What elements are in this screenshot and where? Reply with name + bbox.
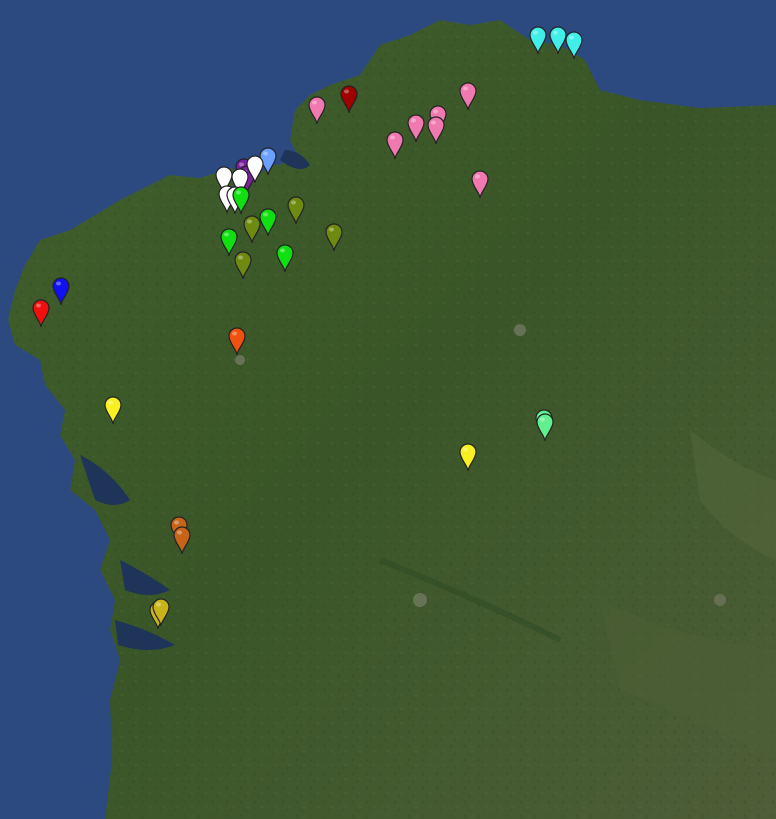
map-marker-icon	[243, 215, 261, 244]
map-marker-icon	[231, 186, 250, 214]
map-marker-icon	[565, 31, 583, 59]
map-marker-pink[interactable]	[385, 130, 405, 160]
map-marker-green[interactable]	[231, 185, 251, 215]
map-marker-pink[interactable]	[470, 169, 490, 199]
map-marker-pink[interactable]	[426, 115, 446, 145]
map-marker-red[interactable]	[31, 298, 51, 328]
map-marker-icon	[152, 598, 170, 626]
map-marker-icon	[172, 526, 191, 554]
map-marker-olive[interactable]	[242, 214, 262, 244]
map-marker-icon	[325, 222, 343, 251]
map-marker-icon	[308, 96, 326, 124]
map-marker-icon	[529, 26, 547, 55]
urban-santiago	[235, 355, 245, 365]
map-marker-icon	[470, 170, 489, 199]
map-marker-icon	[234, 251, 252, 280]
map-marker-icon	[104, 396, 122, 425]
urban-lugo	[514, 324, 526, 336]
map-marker-yellow[interactable]	[458, 442, 478, 472]
map-marker-icon	[52, 277, 70, 306]
map-marker-icon	[386, 131, 404, 159]
map-marker-icon	[407, 114, 425, 143]
map-marker-olive[interactable]	[233, 250, 253, 280]
map-marker-icon	[536, 413, 554, 442]
map-marker-icon	[287, 196, 306, 225]
map-marker-green[interactable]	[275, 243, 295, 273]
map-marker-blue[interactable]	[51, 276, 71, 306]
map-marker-yellow[interactable]	[103, 395, 123, 425]
urban-ourense	[413, 593, 427, 607]
map-marker-icon	[427, 116, 445, 145]
map-marker-olive[interactable]	[324, 222, 344, 252]
map-marker-brown[interactable]	[172, 525, 192, 555]
map-marker-mustard[interactable]	[151, 597, 171, 627]
map-marker-pink[interactable]	[458, 81, 478, 111]
map-marker-icon	[340, 85, 358, 113]
map-marker-mint[interactable]	[535, 412, 555, 442]
map-marker-dark-red[interactable]	[339, 84, 359, 114]
map-marker-icon	[459, 82, 477, 110]
urban-ponferrada	[714, 594, 726, 606]
satellite-map[interactable]	[0, 0, 776, 819]
map-marker-icon	[32, 299, 50, 328]
map-marker-icon	[459, 443, 477, 471]
map-marker-pink[interactable]	[406, 113, 426, 143]
map-marker-cyan[interactable]	[528, 25, 548, 55]
map-marker-orange-red[interactable]	[227, 326, 247, 356]
map-marker-icon	[276, 244, 294, 272]
map-marker-cyan[interactable]	[564, 30, 584, 60]
map-marker-pink[interactable]	[307, 95, 327, 125]
map-marker-olive[interactable]	[286, 195, 306, 225]
map-marker-icon	[228, 326, 246, 355]
